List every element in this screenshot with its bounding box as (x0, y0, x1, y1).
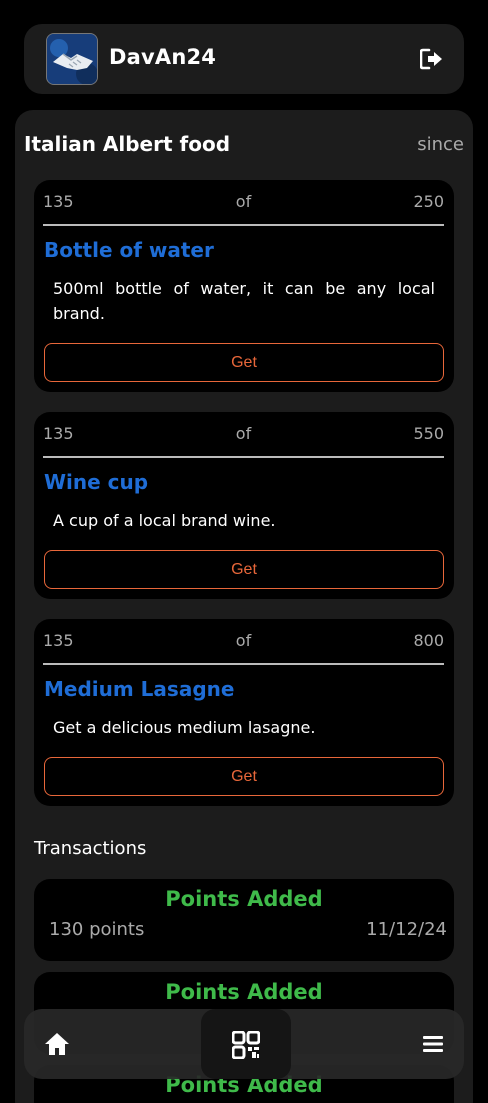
divider (43, 456, 444, 458)
of-label: of (235, 192, 252, 211)
reward-description: A cup of a local brand wine. (53, 511, 276, 530)
home-button[interactable] (44, 1032, 70, 1056)
reward-title: Medium Lasagne (44, 677, 235, 701)
reward-card: 135 of 250 Bottle of water 500ml bottle … (34, 180, 454, 392)
logout-icon (419, 48, 442, 70)
required-points: 550 (413, 424, 444, 443)
get-reward-button[interactable]: Get (44, 550, 444, 589)
qr-code-icon (232, 1031, 260, 1059)
current-points: 135 (43, 192, 74, 211)
transaction-item: Points Added 130 points 11/12/24 (34, 879, 454, 961)
divider (43, 224, 444, 226)
app-header: DavAn24 (24, 24, 464, 94)
reward-description: Get a delicious medium lasagne. (53, 718, 316, 737)
current-points: 135 (43, 424, 74, 443)
divider (43, 663, 444, 665)
reward-description: 500ml bottle of water, it can be any loc… (53, 279, 435, 323)
points-progress: 135 of 800 (43, 631, 444, 653)
of-label: of (235, 424, 252, 443)
transaction-type: Points Added (165, 980, 323, 1004)
hamburger-menu-icon (423, 1036, 443, 1052)
reward-title: Bottle of water (44, 238, 214, 262)
required-points: 250 (413, 192, 444, 211)
transactions-heading: Transactions (34, 838, 147, 859)
since-label: since (417, 134, 464, 155)
required-points: 800 (413, 631, 444, 650)
get-reward-button[interactable]: Get (44, 343, 444, 382)
store-name: Italian Albert food (24, 132, 231, 156)
home-icon (45, 1033, 69, 1055)
bottom-nav (24, 1009, 464, 1079)
transaction-type: Points Added (165, 887, 323, 911)
points-progress: 135 of 250 (43, 192, 444, 214)
handshake-icon (47, 34, 97, 84)
of-label: of (235, 631, 252, 650)
qr-scan-button[interactable] (201, 1009, 291, 1079)
transaction-date: 11/12/24 (366, 919, 447, 940)
username: DavAn24 (109, 45, 217, 69)
avatar[interactable] (46, 33, 98, 85)
menu-button[interactable] (422, 1034, 444, 1054)
reward-title: Wine cup (44, 470, 149, 494)
logout-button[interactable] (419, 48, 444, 70)
transaction-points: 130 points (49, 919, 145, 940)
current-points: 135 (43, 631, 74, 650)
store-panel: Italian Albert food since 135 of 250 Bot… (15, 110, 473, 1103)
reward-card: 135 of 800 Medium Lasagne Get a deliciou… (34, 619, 454, 806)
reward-card: 135 of 550 Wine cup A cup of a local bra… (34, 412, 454, 599)
points-progress: 135 of 550 (43, 424, 444, 446)
get-reward-button[interactable]: Get (44, 757, 444, 796)
